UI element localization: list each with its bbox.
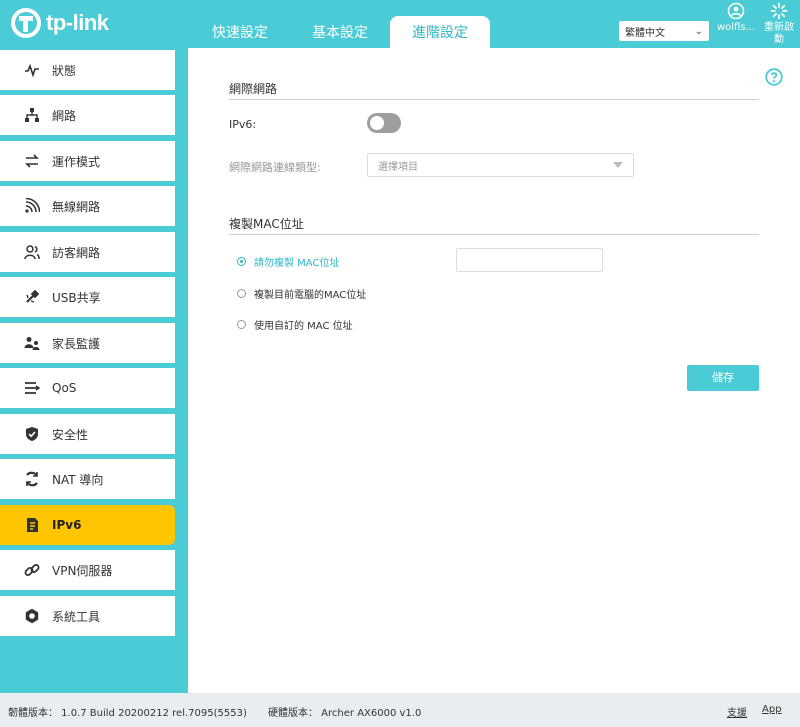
account-button[interactable]: wolfls... [716,2,756,33]
dropdown-triangle-icon [613,162,623,168]
firmware-version: 韌體版本： 1.0.7 Build 20200212 rel.7095(5553… [8,708,247,719]
sidebar-item-label: 運作模式 [52,154,101,169]
mac-clone-section-title: 複製MAC位址 [229,217,304,231]
logo-text: tp-link [46,10,109,35]
radio-button[interactable] [237,257,246,266]
wireless-icon [24,198,40,214]
ipv6-icon [24,517,40,533]
sidebar-item-ipv6[interactable]: IPv6 [0,505,175,545]
language-value: 繁體中文 [625,27,665,39]
reboot-button[interactable]: 重新啟 動 [760,2,798,46]
main-content: 網際網路 IPv6: 網際網路連線類型: 選擇項目 複製MAC位址 請勿複製 M… [188,48,800,693]
qos-icon [24,380,40,396]
sidebar-item-nat-forwarding[interactable]: NAT 導向 [0,459,175,499]
top-header: tp-link 快速設定 基本設定 進階設定 繁體中文 ⌄ wolfls... [0,0,800,48]
reboot-label-line1: 重新啟 [764,22,794,33]
operation-mode-icon [24,153,40,169]
sidebar-item-label: 系統工具 [52,609,101,624]
sidebar-item-label: 安全性 [52,427,89,442]
sidebar-item-system-tools[interactable]: 系統工具 [0,596,175,636]
tab-advanced[interactable]: 進階設定 [390,16,490,48]
sidebar-item-usb-sharing[interactable]: USB共享 [0,277,175,317]
reboot-label-line2: 動 [774,34,784,45]
gear-icon [24,608,40,624]
ipv6-toggle[interactable] [367,113,401,133]
sidebar-item-security[interactable]: 安全性 [0,414,175,454]
radio-label: 請勿複製 MAC位址 [254,258,340,269]
tp-link-logo-icon [11,8,41,38]
sidebar-item-qos[interactable]: QoS [0,368,175,408]
section-divider [229,99,759,100]
guest-network-icon [24,244,40,260]
sidebar-item-label: USB共享 [52,290,101,305]
sidebar-item-label: 家長監護 [52,336,101,351]
sidebar-item-operation-mode[interactable]: 運作模式 [0,141,175,181]
user-icon [727,2,745,20]
connection-type-select[interactable]: 選擇項目 [367,153,634,177]
connection-type-placeholder: 選擇項目 [378,161,418,173]
sidebar-item-guest-network[interactable]: 訪客網路 [0,232,175,272]
sidebar-item-wireless[interactable]: 無線網路 [0,186,175,226]
sidebar-item-vpn-server[interactable]: VPN伺服器 [0,550,175,590]
radio-no-clone[interactable]: 請勿複製 MAC位址 [237,254,339,269]
sidebar-item-parental-controls[interactable]: 家長監護 [0,323,175,363]
sidebar-item-label: VPN伺服器 [52,563,113,578]
vpn-link-icon [24,562,40,578]
nat-icon [24,471,40,487]
radio-button[interactable] [237,289,246,298]
language-select[interactable]: 繁體中文 ⌄ [619,21,709,41]
shield-icon [24,426,40,442]
radio-button[interactable] [237,320,246,329]
tp-link-logo[interactable]: tp-link [10,6,109,40]
help-icon[interactable] [765,68,783,86]
ipv6-label: IPv6: [229,118,257,131]
usb-icon [24,289,40,305]
sidebar-item-label: 訪客網路 [52,245,101,260]
support-link[interactable]: 支援 [727,704,747,719]
sidebar-item-label: NAT 導向 [52,472,104,487]
connection-type-label: 網際網路連線類型: [229,161,321,174]
footer: 韌體版本： 1.0.7 Build 20200212 rel.7095(5553… [0,693,800,727]
sidebar-item-label: IPv6 [52,518,82,532]
sidebar-item-status[interactable]: 狀態 [0,50,175,90]
save-button[interactable]: 儲存 [687,365,759,391]
internet-section-title: 網際網路 [229,82,278,96]
sidebar-item-label: QoS [52,381,77,395]
sidebar-item-label: 狀態 [52,63,77,78]
radio-custom-mac[interactable]: 使用自訂的 MAC 位址 [237,317,353,332]
hardware-version: 硬體版本： Archer AX6000 v1.0 [268,708,422,719]
mac-address-input[interactable] [456,248,603,272]
toggle-knob [370,116,384,130]
status-pulse-icon [24,62,40,78]
sidebar-item-label: 網路 [52,108,77,123]
radio-label: 使用自訂的 MAC 位址 [254,321,353,332]
app-link[interactable]: App [762,704,782,715]
parental-control-icon [24,335,40,351]
network-icon [24,107,40,123]
sidebar-item-network[interactable]: 網路 [0,95,175,135]
chevron-down-icon: ⌄ [694,25,703,37]
section-divider [229,234,759,235]
radio-clone-current-pc[interactable]: 複製目前電腦的MAC位址 [237,286,366,301]
sidebar-item-label: 無線網路 [52,199,101,214]
main-tabs: 快速設定 基本設定 進階設定 [190,16,490,48]
radio-label: 複製目前電腦的MAC位址 [254,290,367,301]
account-name: wolfls... [716,22,756,33]
tab-basic[interactable]: 基本設定 [290,16,390,48]
reboot-spinner-icon [770,2,788,20]
tab-quick-setup[interactable]: 快速設定 [190,16,290,48]
